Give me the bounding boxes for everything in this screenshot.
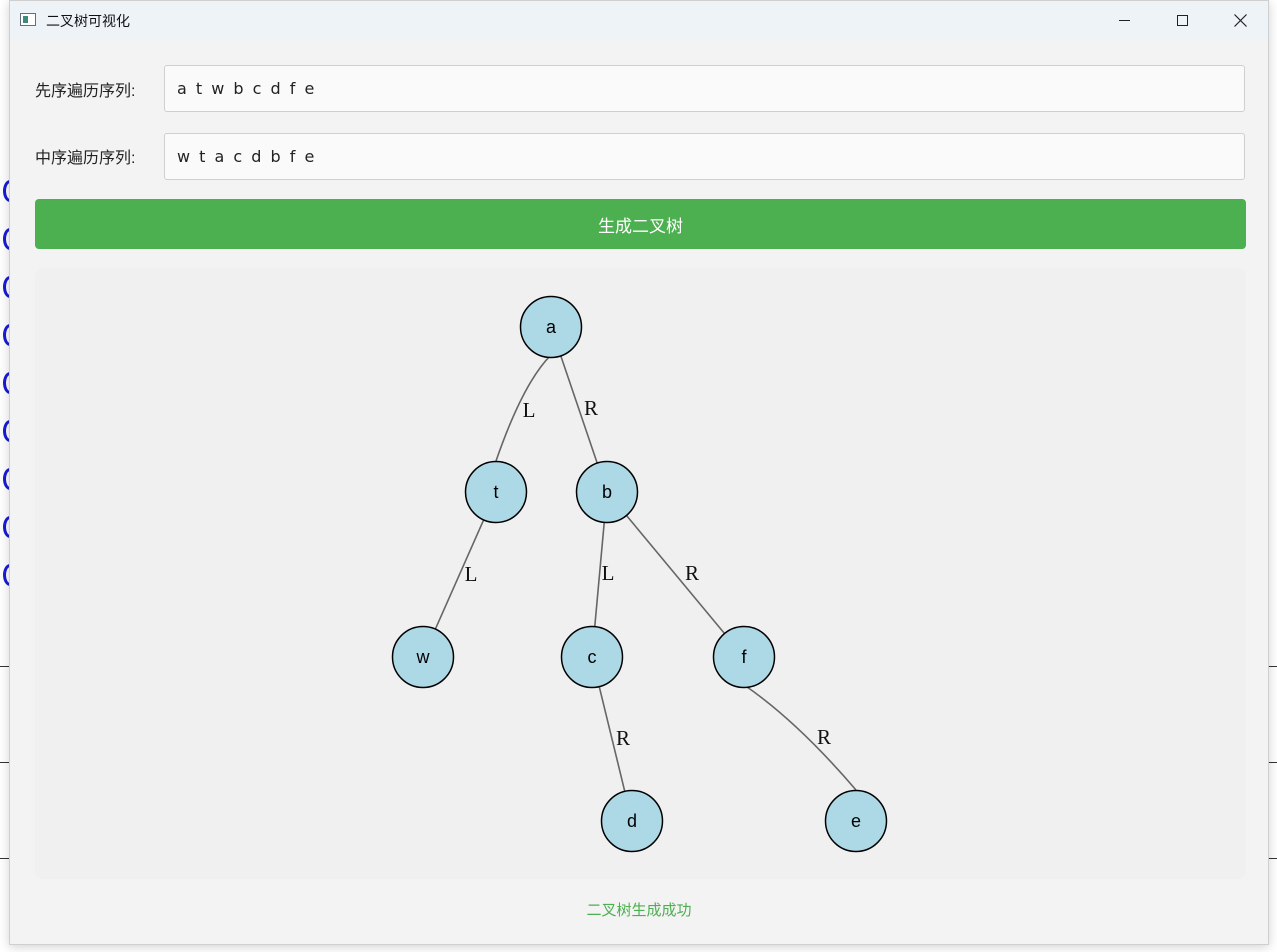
app-icon <box>20 13 36 26</box>
background-line <box>0 762 9 763</box>
preorder-label: 先序遍历序列: <box>35 83 136 100</box>
tree-node-label-e: e <box>851 811 861 831</box>
minimize-icon <box>1118 19 1130 21</box>
tree-canvas: LRLLRRRatbwcfde <box>35 268 1246 879</box>
window-title: 二叉树可视化 <box>46 13 130 29</box>
close-button[interactable] <box>1211 1 1269 39</box>
edge-label-c-d: R <box>616 726 630 750</box>
edge-label-b-c: L <box>602 561 615 585</box>
generate-tree-button[interactable]: 生成二叉树 <box>35 199 1246 249</box>
tree-node-label-t: t <box>493 482 498 502</box>
background-line <box>1269 858 1277 859</box>
edge-label-a-t: L <box>523 398 536 422</box>
background-line <box>1269 762 1277 763</box>
maximize-icon <box>1176 14 1188 26</box>
tree-diagram: L RL L RR Rat bw c fd e <box>391 295 888 853</box>
app-window: 二叉树可视化 先序遍历序列: 中序遍历序列: 生成二叉树 L R L L R R Ra t b w… <box>9 0 1269 945</box>
background-line <box>0 666 9 667</box>
status-message: 二叉树生成成功 <box>586 901 692 919</box>
maximize-button[interactable] <box>1153 1 1211 39</box>
edge-label-a-b: R <box>584 396 598 420</box>
tree-edge-b-f <box>626 515 725 634</box>
inorder-label: 中序遍历序列: <box>35 150 136 167</box>
tree-node-label-d: d <box>627 811 637 831</box>
edge-label-t-w: L <box>465 562 478 586</box>
tree-node-label-c: c <box>588 647 597 667</box>
edge-label-f-e: R <box>817 725 831 749</box>
tree-node-label-w: w <box>416 647 431 667</box>
minimize-button[interactable] <box>1095 1 1153 39</box>
tree-node-label-a: a <box>546 317 557 337</box>
background-line <box>1269 666 1277 667</box>
preorder-input[interactable] <box>164 65 1245 112</box>
title-bar[interactable]: 二叉树可视化 <box>10 1 1268 39</box>
inorder-input[interactable] <box>164 133 1245 180</box>
tree-node-label-b: b <box>602 482 612 502</box>
close-icon <box>1233 13 1247 27</box>
tree-edge-f-e <box>743 684 857 791</box>
edge-label-b-f: R <box>685 561 699 585</box>
background-line <box>0 858 9 859</box>
